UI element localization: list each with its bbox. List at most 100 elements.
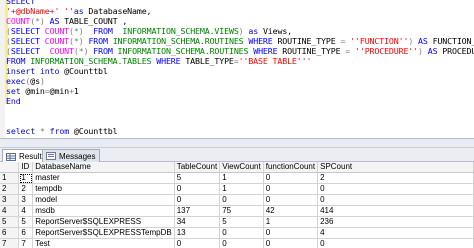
column-header-id[interactable]: ID [18,162,34,173]
table-cell[interactable]: 0 [219,194,264,206]
table-cell[interactable]: ReportServer$SQLEXPRESS [32,216,175,228]
row-number[interactable]: 6 [0,227,20,239]
table-cell[interactable]: 0 [263,194,319,206]
code-line[interactable]: set @min=@min+1 [6,86,79,96]
code-line[interactable]: COUNT(*) AS TABLE_COUNT , [6,16,127,26]
code-line[interactable]: FROM INFORMATION_SCHEMA.TABLES WHERE TAB… [6,56,311,66]
row-number[interactable]: 3 [0,194,20,206]
code-token: PROCEDURE_COUNT [442,46,474,56]
table-cell[interactable]: 4 [317,227,474,239]
table-cell[interactable]: 34 [174,216,221,228]
column-header-tablecount[interactable]: TableCount [174,162,221,173]
table-cell[interactable]: 0 [263,172,319,184]
table-cell[interactable]: 0 [263,183,319,195]
table-cell[interactable]: 3 [18,194,34,206]
code-line[interactable]: End [6,96,21,106]
row-number[interactable]: 5 [0,216,20,228]
code-token: INFORMATION_SCHEMA.ROUTINES [112,36,244,46]
table-cell[interactable]: 1 [219,183,264,195]
row-number[interactable]: 2 [0,183,20,195]
table-cell[interactable]: 0 [219,227,264,239]
code-token: INFORMATION_SCHEMA.VIEWS [122,26,239,36]
table-cell[interactable]: 5 [18,216,34,228]
grid-results-icon [6,152,16,161]
tab-messages-label: Messages [59,151,96,161]
code-token: INFORMATION_SCHEMA.TABLES [30,56,152,66]
code-line[interactable]: (SELECT COUNT(*) FROM INFORMATION_SCHEMA… [6,36,474,46]
table-cell[interactable]: 42 [263,205,319,217]
column-header-databasename[interactable]: DatabaseName [32,162,175,173]
code-token: @s [30,76,40,86]
table-cell[interactable]: 5 [174,172,221,184]
column-header-spcount[interactable]: SPCount [317,162,474,173]
sql-editor[interactable]: SELECT '+@dbName+' ''as DatabaseName, COUN… [0,0,474,138]
editor-results-splitter[interactable] [0,138,474,148]
table-cell[interactable]: 0 [263,227,319,239]
table-cell[interactable]: 0 [317,238,474,248]
code-token: insert into [6,66,60,76]
tab-messages[interactable]: Messages [42,149,101,162]
code-token: FROM [6,56,26,66]
table-cell[interactable]: 236 [317,216,474,228]
code-token: SELECT [10,46,40,56]
table-cell[interactable]: 6 [18,227,34,239]
code-line[interactable]: select * from @Counttbl [6,126,118,136]
table-cell[interactable]: 0 [263,238,319,248]
code-line[interactable]: '+@dbName+' ''as DatabaseName, [6,6,152,16]
code-token: ROUTINE_TYPE [277,46,346,56]
code-token: End [6,96,21,106]
code-token: FUNCTION_COUNT, [432,36,474,46]
code-token: TABLE_COUNT , [59,16,128,26]
table-cell[interactable]: 0 [317,194,474,206]
table-cell[interactable]: msdb [32,205,175,217]
table-cell[interactable]: Test [32,238,175,248]
table-cell[interactable]: 75 [219,205,264,217]
table-row[interactable]: 2 2 tempdb 0 1 0 0 [0,183,474,195]
code-line[interactable]: exec(@s) [6,76,45,86]
table-row[interactable]: 1 1 master 5 1 0 2 [0,172,474,184]
corner-cell[interactable] [0,162,20,173]
table-row[interactable]: 3 3 model 0 0 0 0 [0,194,474,206]
code-line[interactable]: (SELECT COUNT(*) FROM INFORMATION_SCHEMA… [6,26,292,36]
table-cell[interactable]: 0 [174,238,221,248]
table-cell[interactable]: 0 [317,183,474,195]
table-cell[interactable]: 137 [174,205,221,217]
table-cell[interactable]: 0 [174,194,221,206]
table-cell[interactable]: 0 [174,183,221,195]
row-number[interactable]: 7 [0,238,20,248]
table-cell[interactable]: 2 [18,183,34,195]
table-cell[interactable]: 2 [317,172,474,184]
code-token: ) [39,76,45,86]
table-cell[interactable]: 1 [18,172,34,184]
code-line[interactable]: (SELECT COUNT(*) FROM INFORMATION_SCHEMA… [6,46,474,56]
code-token: AS [418,36,428,46]
table-row[interactable]: 4 4 msdb 137 75 42 414 [0,205,474,217]
table-cell[interactable]: master [32,172,175,184]
table-cell[interactable]: ReportServer$SQLEXPRESSTempDB [32,227,175,239]
table-cell[interactable]: 13 [174,227,221,239]
row-number[interactable]: 1 [0,172,20,184]
column-header-functioncount[interactable]: functionCount [263,162,319,173]
code-token: SELECT [10,26,40,36]
table-cell[interactable]: 5 [219,216,264,228]
table-cell[interactable]: 1 [219,172,264,184]
code-token: DatabaseName, [83,6,152,16]
table-cell[interactable]: model [32,194,175,206]
results-grid[interactable]: ID DatabaseName TableCount ViewCount fun… [0,162,474,248]
table-row[interactable]: 5 5 ReportServer$SQLEXPRESS 34 5 1 236 [0,216,474,228]
table-cell[interactable]: 0 [219,238,264,248]
table-cell[interactable]: 4 [18,205,34,217]
code-token: AS [49,16,60,26]
table-row[interactable]: 7 7 Test 0 0 0 0 [0,238,474,248]
code-token: (*) [73,46,89,56]
column-header-viewcount[interactable]: ViewCount [219,162,264,173]
code-token: from [49,126,70,136]
table-cell[interactable]: 1 [263,216,319,228]
code-line[interactable]: insert into @Counttbl [6,66,108,76]
row-number[interactable]: 4 [0,205,20,217]
table-cell[interactable]: 414 [317,205,474,217]
table-cell[interactable]: tempdb [32,183,175,195]
table-cell[interactable]: 7 [18,238,34,248]
table-row[interactable]: 6 6 ReportServer$SQLEXPRESSTempDB 13 0 0 4 [0,227,474,239]
